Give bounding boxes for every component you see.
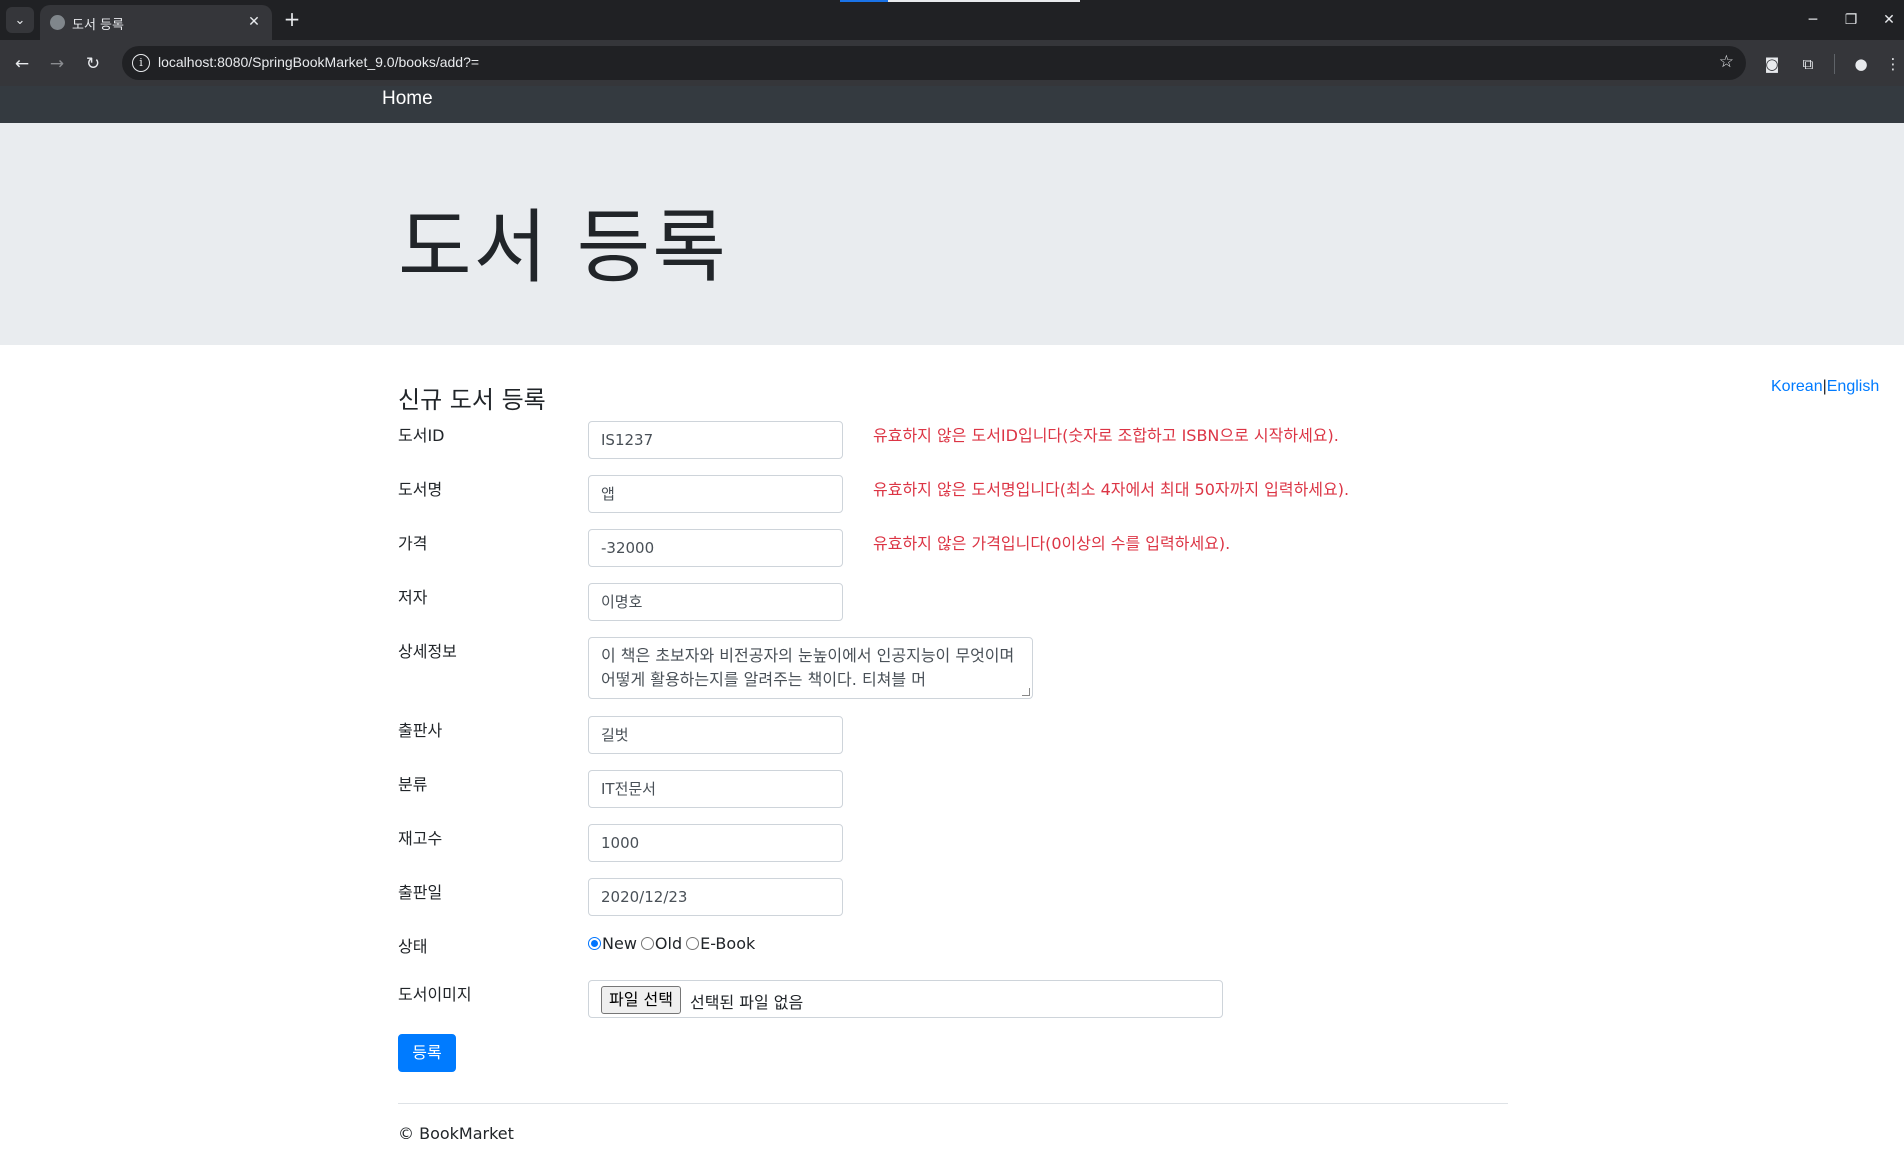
- camera-icon[interactable]: ◙: [1759, 51, 1785, 77]
- price-input[interactable]: -32000: [588, 529, 843, 567]
- book-image-label: 도서이미지: [398, 985, 472, 1004]
- language-switch: Korean|English: [1771, 378, 1879, 396]
- book-name-error: 유효하지 않은 도서명입니다(최소 4자에서 최대 50자까지 입력하세요).: [873, 480, 1350, 499]
- condition-new-label: New: [602, 934, 637, 953]
- author-input[interactable]: 이명호: [588, 583, 843, 621]
- condition-ebook-label: E-Book: [700, 934, 756, 953]
- resize-grip-icon[interactable]: [1022, 688, 1030, 696]
- close-tab-icon[interactable]: ✕: [244, 12, 264, 32]
- browser-tab-bar: ⌄ 도서 등록 ✕ + ─ ❐ ✕: [0, 0, 1904, 40]
- footer-copyright: © BookMarket: [398, 1124, 514, 1143]
- choose-file-button[interactable]: 파일 선택: [601, 986, 681, 1014]
- stock-label: 재고수: [398, 829, 443, 848]
- address-url[interactable]: localhost:8080/SpringBookMarket_9.0/book…: [158, 54, 479, 70]
- minimize-icon[interactable]: ─: [1798, 8, 1828, 32]
- book-id-error: 유효하지 않은 도서ID입니다(숫자로 조합하고 ISBN으로 시작하세요).: [873, 426, 1339, 445]
- book-id-input[interactable]: IS1237: [588, 421, 843, 459]
- condition-ebook-radio[interactable]: [686, 937, 700, 950]
- new-tab-icon[interactable]: +: [280, 8, 304, 32]
- home-link[interactable]: Home: [382, 86, 433, 112]
- footer-divider: [398, 1103, 1508, 1104]
- price-error: 유효하지 않은 가격입니다(0이상의 수를 입력하세요).: [873, 534, 1231, 553]
- close-window-icon[interactable]: ✕: [1874, 8, 1904, 32]
- globe-icon: [50, 15, 65, 30]
- description-label: 상세정보: [398, 642, 457, 661]
- profile-icon[interactable]: ●: [1848, 51, 1874, 77]
- back-icon[interactable]: ←: [9, 51, 35, 77]
- book-name-label: 도서명: [398, 480, 443, 499]
- book-name-input[interactable]: 앱: [588, 475, 843, 513]
- jumbotron: 도서 등록: [0, 123, 1904, 345]
- publisher-input[interactable]: 길벗: [588, 716, 843, 754]
- condition-old-radio[interactable]: [640, 937, 654, 950]
- release-date-label: 출판일: [398, 883, 443, 902]
- category-input[interactable]: IT전문서: [588, 770, 843, 808]
- submit-button[interactable]: 등록: [398, 1034, 456, 1072]
- condition-radio-group: New Old E-Book: [588, 934, 759, 953]
- site-info-icon[interactable]: i: [132, 54, 150, 72]
- condition-new-radio[interactable]: [588, 937, 601, 950]
- site-navbar: Home: [0, 86, 1904, 123]
- menu-kebab-icon[interactable]: ⋮: [1884, 51, 1902, 77]
- page-title: 도서 등록: [398, 201, 728, 294]
- author-label: 저자: [398, 588, 428, 607]
- category-label: 분류: [398, 775, 428, 794]
- restore-icon[interactable]: ❐: [1836, 8, 1866, 32]
- korean-link[interactable]: Korean: [1771, 378, 1823, 395]
- condition-old-label: Old: [654, 934, 683, 953]
- book-image-file-input[interactable]: 파일 선택 선택된 파일 없음: [588, 980, 1223, 1018]
- tab-search-chevron-icon[interactable]: ⌄: [6, 7, 34, 33]
- english-link[interactable]: English: [1827, 378, 1879, 395]
- toolbar-divider: [1834, 54, 1835, 74]
- window-top-strip-accent: [840, 0, 888, 2]
- browser-toolbar: ← → ↻ i localhost:8080/SpringBookMarket_…: [0, 40, 1904, 86]
- file-status-text: 선택된 파일 없음: [690, 993, 804, 1012]
- price-label: 가격: [398, 534, 428, 553]
- tab-title: 도서 등록: [72, 18, 124, 33]
- forward-icon[interactable]: →: [44, 51, 70, 77]
- book-id-label: 도서ID: [398, 426, 445, 445]
- bookmark-star-icon[interactable]: ☆: [1719, 52, 1734, 72]
- form-title: 신규 도서 등록: [398, 386, 546, 414]
- description-textarea[interactable]: 이 책은 초보자와 비전공자의 눈높이에서 인공지능이 무엇이며 어떻게 활용하…: [588, 637, 1033, 699]
- condition-label: 상태: [398, 937, 428, 956]
- release-date-input[interactable]: 2020/12/23: [588, 878, 843, 916]
- browser-tab[interactable]: 도서 등록 ✕: [40, 5, 272, 40]
- description-text: 이 책은 초보자와 비전공자의 눈높이에서 인공지능이 무엇이며 어떻게 활용하…: [601, 646, 1015, 689]
- publisher-label: 출판사: [398, 721, 443, 740]
- address-bar[interactable]: i localhost:8080/SpringBookMarket_9.0/bo…: [122, 46, 1746, 80]
- reload-icon[interactable]: ↻: [80, 51, 106, 77]
- stock-input[interactable]: 1000: [588, 824, 843, 862]
- extensions-icon[interactable]: ⧉: [1795, 51, 1821, 77]
